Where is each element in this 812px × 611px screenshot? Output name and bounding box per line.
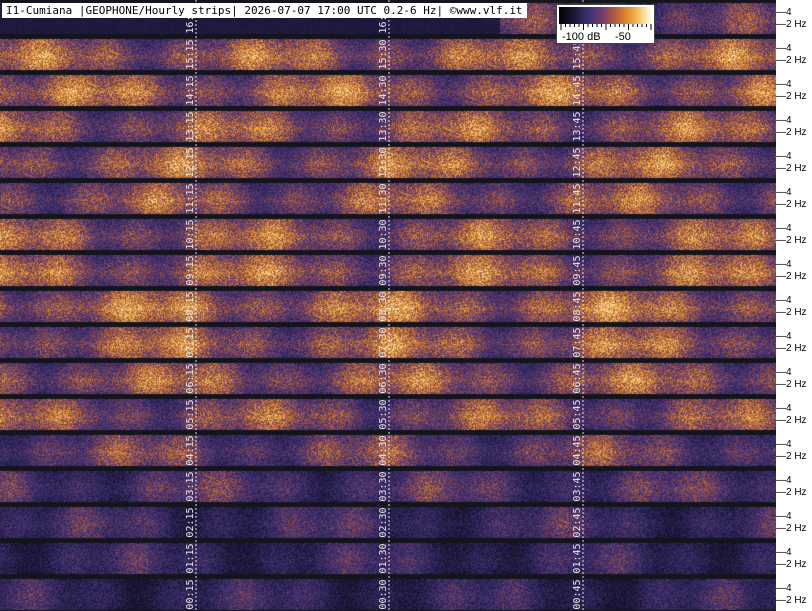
time-label: 13:15 — [185, 111, 196, 141]
time-label: 08:15 — [185, 291, 196, 321]
time-label: 06:15 — [185, 363, 196, 393]
time-label: 03:15 — [185, 471, 196, 501]
time-label: 02:30 — [378, 507, 389, 537]
time-label: 09:45 — [572, 255, 583, 285]
time-label: 05:30 — [378, 399, 389, 429]
time-label: 01:30 — [378, 543, 389, 573]
frequency-tick-4: —4 — [776, 583, 792, 594]
frequency-tick-4: —4 — [776, 475, 792, 486]
time-label: 05:45 — [572, 399, 583, 429]
frequency-tick-2hz: —2 Hz — [776, 307, 807, 318]
time-label: 04:15 — [185, 435, 196, 465]
frequency-tick-2hz: —2 Hz — [776, 55, 807, 66]
frequency-tick-2hz: —2 Hz — [776, 19, 807, 30]
frequency-tick-2hz: —2 Hz — [776, 487, 807, 498]
time-label: 06:45 — [572, 363, 583, 393]
frequency-tick-2hz: —2 Hz — [776, 235, 807, 246]
frequency-tick-4: —4 — [776, 259, 792, 270]
time-label: 11:15 — [185, 183, 196, 213]
frequency-tick-4: —4 — [776, 511, 792, 522]
time-label: 15:15 — [185, 39, 196, 69]
time-label: 07:15 — [185, 327, 196, 357]
colorbar-ticks — [560, 24, 652, 30]
frequency-tick-4: —4 — [776, 295, 792, 306]
frequency-tick-4: —4 — [776, 367, 792, 378]
frequency-tick-4: —4 — [776, 331, 792, 342]
frequency-tick-2hz: —2 Hz — [776, 379, 807, 390]
time-label: 12:30 — [378, 147, 389, 177]
frequency-tick-2hz: —2 Hz — [776, 91, 807, 102]
time-label: 03:30 — [378, 471, 389, 501]
frequency-tick-4: —4 — [776, 151, 792, 162]
time-label: 09:15 — [185, 255, 196, 285]
frequency-tick-4: —4 — [776, 43, 792, 54]
frequency-tick-2hz: —2 Hz — [776, 451, 807, 462]
time-label: 09:30 — [378, 255, 389, 285]
time-label: 05:15 — [185, 399, 196, 429]
time-label: 11:30 — [378, 183, 389, 213]
time-label: 00:30 — [378, 579, 389, 609]
time-label: 10:15 — [185, 219, 196, 249]
frequency-tick-2hz: —2 Hz — [776, 199, 807, 210]
time-label: 02:15 — [185, 507, 196, 537]
frequency-tick-4: —4 — [776, 223, 792, 234]
time-label: 01:15 — [185, 543, 196, 573]
time-label: 08:30 — [378, 291, 389, 321]
frequency-tick-2hz: —2 Hz — [776, 523, 807, 534]
frequency-tick-4: —4 — [776, 187, 792, 198]
frequency-tick-2hz: —2 Hz — [776, 595, 807, 606]
frequency-tick-4: —4 — [776, 7, 792, 18]
time-label: 00:15 — [185, 579, 196, 609]
frequency-tick-2hz: —2 Hz — [776, 127, 807, 138]
time-label: 13:45 — [572, 111, 583, 141]
frequency-tick-2hz: —2 Hz — [776, 343, 807, 354]
colorbar-label-min: -100 dB — [562, 31, 601, 43]
frequency-axis: —4 —2 Hz —4 —2 Hz —4 —2 Hz —4 —2 Hz —4 —2 Hz —4 —2 … — [776, 0, 812, 611]
time-label: 02:45 — [572, 507, 583, 537]
frequency-tick-4: —4 — [776, 115, 792, 126]
time-label: 13:30 — [378, 111, 389, 141]
frequency-tick-4: —4 — [776, 403, 792, 414]
colorbar: -100 dB -50 — [556, 4, 655, 44]
time-label: 04:45 — [572, 435, 583, 465]
frequency-tick-2hz: —2 Hz — [776, 271, 807, 282]
time-label: 10:30 — [378, 219, 389, 249]
time-label: 15:30 — [378, 39, 389, 69]
colorbar-gradient — [559, 7, 652, 24]
chart-title: I1-Cumiana |GEOPHONE/Hourly strips| 2026… — [2, 3, 527, 18]
time-label: 14:15 — [185, 75, 196, 105]
time-label: 07:30 — [378, 327, 389, 357]
time-label: 08:45 — [572, 291, 583, 321]
time-label: 07:45 — [572, 327, 583, 357]
time-label: 12:15 — [185, 147, 196, 177]
frequency-tick-2hz: —2 Hz — [776, 559, 807, 570]
time-label: 06:30 — [378, 363, 389, 393]
colorbar-label-max: -50 — [615, 31, 631, 43]
time-labels-overlay: 16:1516:3016:4515:1515:3015:4514:1514:30… — [185, 0, 584, 611]
time-label: 14:45 — [572, 75, 583, 105]
time-label: 14:30 — [378, 75, 389, 105]
time-label: 00:45 — [572, 579, 583, 609]
time-label: 03:45 — [572, 471, 583, 501]
time-label: 10:45 — [572, 219, 583, 249]
frequency-tick-4: —4 — [776, 439, 792, 450]
time-label: 11:45 — [572, 183, 583, 213]
time-label: 04:30 — [378, 435, 389, 465]
frequency-tick-2hz: —2 Hz — [776, 415, 807, 426]
frequency-tick-2hz: —2 Hz — [776, 163, 807, 174]
frequency-tick-4: —4 — [776, 547, 792, 558]
time-label: 01:45 — [572, 543, 583, 573]
time-label: 12:45 — [572, 147, 583, 177]
frequency-tick-4: —4 — [776, 79, 792, 90]
